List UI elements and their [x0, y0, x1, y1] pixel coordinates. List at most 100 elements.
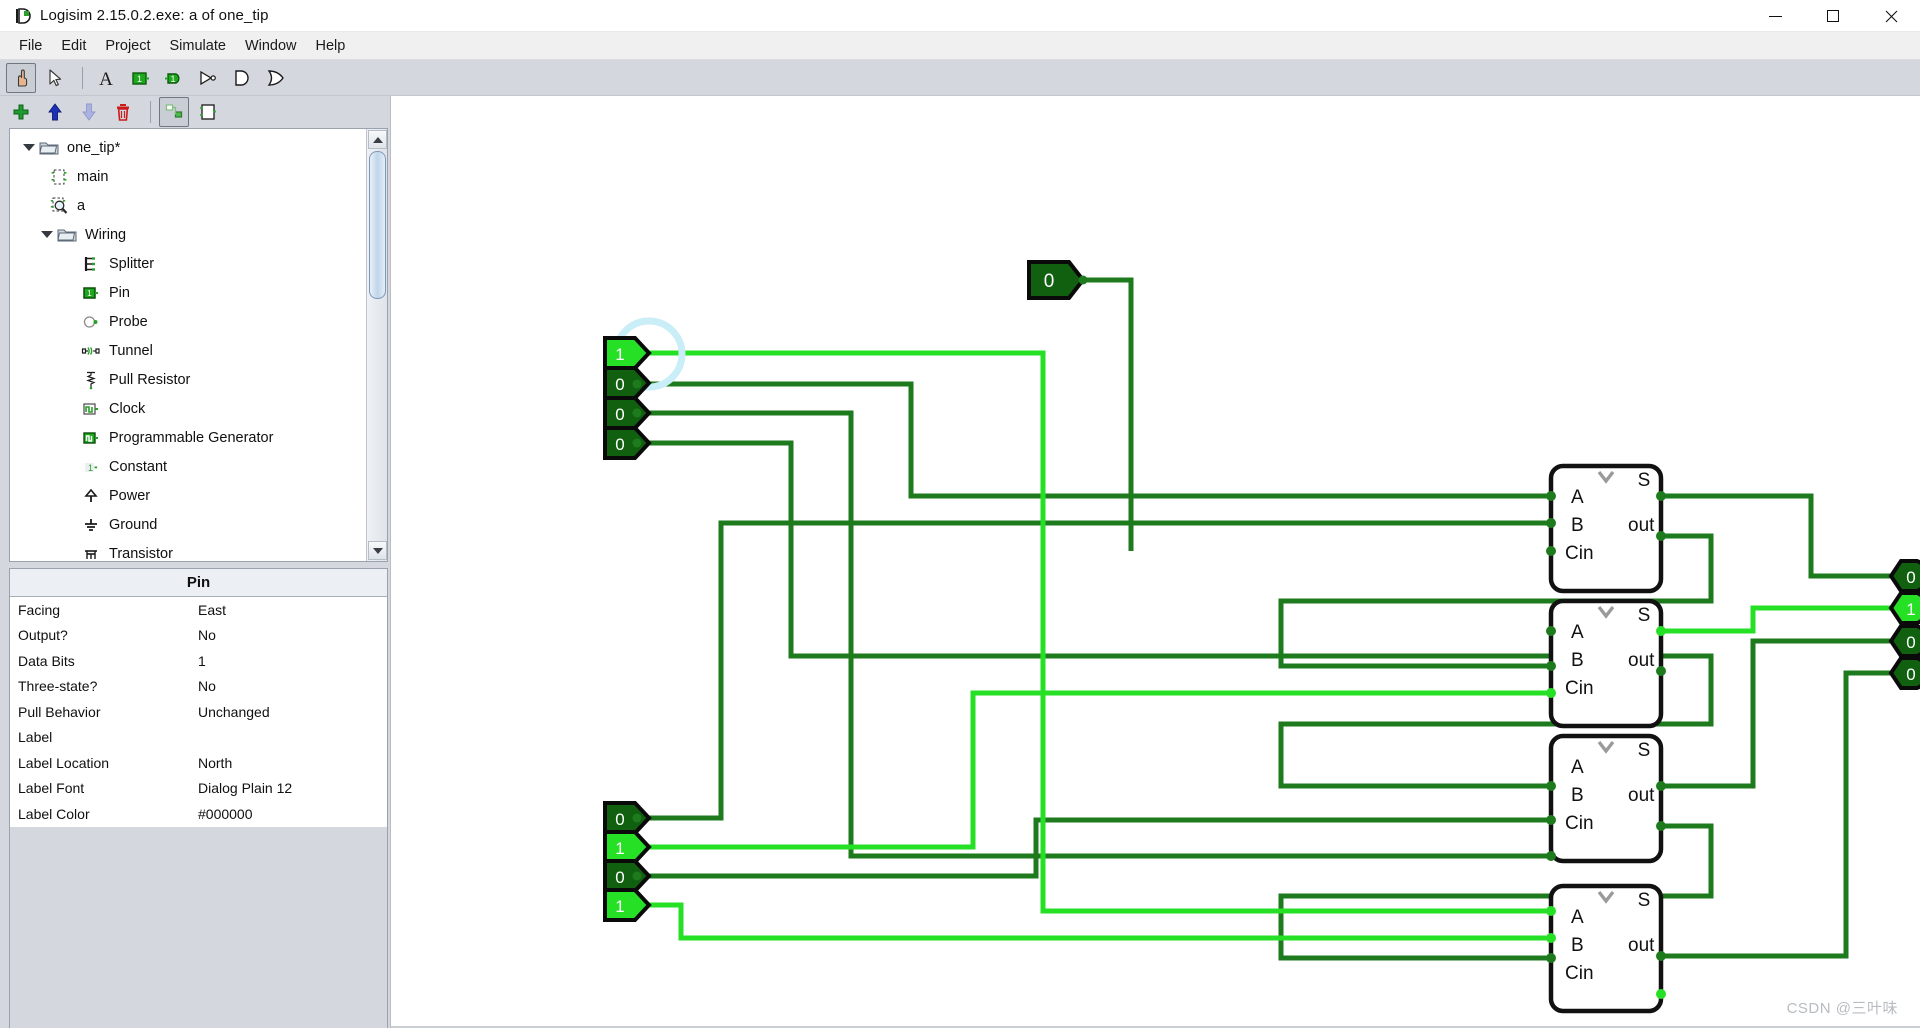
input-pin-a2[interactable]: 0 [603, 396, 652, 430]
layout-view-button[interactable] [159, 97, 189, 127]
tree-item-tunnel[interactable]: Tunnel [10, 336, 365, 365]
output-pin-s3[interactable]: 0 [1888, 656, 1920, 690]
output-pin-group-sum[interactable]: 0 1 0 0 [1888, 559, 1920, 690]
move-down-button[interactable] [74, 97, 104, 127]
select-tool-button[interactable] [40, 63, 70, 93]
delete-button[interactable] [108, 97, 138, 127]
or-gate-tool-button[interactable] [261, 63, 291, 93]
attribute-value[interactable]: North [198, 755, 387, 771]
tree-item-pull-resistor[interactable]: Pull Resistor [10, 365, 365, 394]
attribute-row-pull-behavior[interactable]: Pull Behavior Unchanged [10, 699, 387, 725]
attribute-value[interactable]: #000000 [198, 806, 387, 822]
close-button[interactable] [1862, 0, 1920, 32]
attribute-value[interactable]: 1 [198, 653, 387, 669]
tree-item-a[interactable]: a [10, 191, 365, 220]
add-circuit-button[interactable] [6, 97, 36, 127]
input-pin-b0[interactable]: 0 [603, 801, 652, 835]
attribute-row-data-bits[interactable]: Data Bits 1 [10, 648, 387, 674]
input-pin-tool-button[interactable]: 1 [125, 63, 155, 93]
full-adder-2[interactable]: A B Cin S out [1546, 733, 1666, 864]
tree-item-label: Transistor [109, 545, 173, 562]
wire-group-off [636, 277, 1920, 961]
input-pin-group-b[interactable]: 0 1 0 1 [603, 801, 652, 922]
input-pin-a1[interactable]: 0 [603, 366, 652, 400]
input-pin-b1[interactable]: 1 [603, 830, 652, 864]
menu-project[interactable]: Project [96, 35, 159, 57]
input-pin-group-a[interactable]: 1 0 0 0 [603, 336, 652, 460]
attribute-value[interactable]: No [198, 678, 387, 694]
wire-group-on [636, 350, 1920, 941]
input-pin-b2[interactable]: 0 [603, 859, 652, 893]
circuit-canvas[interactable]: 0 1 0 0 0 0 1 0 1 A B Cin S out A B Cin … [390, 96, 1920, 1028]
output-pin-s1[interactable]: 1 [1888, 591, 1920, 625]
minimize-button[interactable] [1746, 0, 1804, 32]
output-pin-tool-button[interactable]: 1 [159, 63, 189, 93]
attribute-value[interactable]: East [198, 602, 387, 618]
attribute-row-output[interactable]: Output? No [10, 623, 387, 649]
full-adder-0[interactable]: A B Cin S out [1546, 463, 1666, 594]
attribute-key: Three-state? [18, 678, 98, 695]
attribute-row-label-font[interactable]: Label Font Dialog Plain 12 [10, 776, 387, 802]
tree-item-clock[interactable]: Clock [10, 394, 365, 423]
attribute-row-label-color[interactable]: Label Color #000000 [10, 801, 387, 827]
circuit-appearance-button[interactable] [193, 97, 223, 127]
tree-item-transistor[interactable]: Transistor [10, 539, 365, 568]
attribute-row-label[interactable]: Label [10, 725, 387, 751]
poke-tool-button[interactable] [6, 62, 36, 93]
explorer-vertical-scrollbar[interactable] [366, 129, 387, 561]
menu-help[interactable]: Help [307, 35, 355, 57]
attribute-value[interactable]: Dialog Plain 12 [198, 780, 387, 796]
attribute-value[interactable]: No [198, 627, 387, 643]
menu-simulate[interactable]: Simulate [161, 35, 235, 57]
tree-item-one-tip[interactable]: one_tip* [10, 133, 365, 162]
cin-constant-pin[interactable]: 0 [1027, 260, 1088, 300]
twisty-open-icon[interactable] [20, 144, 38, 151]
tree-item-programmable-generator[interactable]: Programmable Generator [10, 423, 365, 452]
tree-item-ground[interactable]: Ground [10, 510, 365, 539]
adder-port-s: S [1638, 890, 1651, 911]
attribute-row-three-state[interactable]: Three-state? No [10, 674, 387, 700]
menu-file[interactable]: File [10, 35, 51, 57]
attribute-row-label-location[interactable]: Label Location North [10, 750, 387, 776]
title-bar: Logisim 2.15.0.2.exe: a of one_tip [0, 0, 1920, 32]
tree-item-label: Power [109, 487, 151, 504]
output-pin-s0[interactable]: 0 [1888, 559, 1920, 593]
tree-item-splitter[interactable]: Splitter [10, 249, 365, 278]
tree-item-power[interactable]: Power [10, 481, 365, 510]
and-gate-tool-button[interactable] [227, 63, 257, 93]
attribute-value[interactable]: Unchanged [198, 704, 387, 720]
input-pin-a0[interactable]: 1 [603, 336, 652, 370]
output-pin-s2[interactable]: 0 [1888, 624, 1920, 658]
tree-item-probe[interactable]: Probe [10, 307, 365, 336]
scroll-up-button[interactable] [368, 130, 387, 149]
pin-value: 0 [1044, 271, 1055, 292]
full-adder-1[interactable]: A B Cin S out [1546, 598, 1666, 729]
input-pin-b3[interactable]: 1 [603, 888, 652, 922]
tree-item-wiring[interactable]: Wiring [10, 220, 365, 249]
not-gate-tool-button[interactable] [193, 63, 223, 93]
probe-icon [80, 312, 102, 332]
scroll-down-button[interactable] [368, 541, 387, 560]
menu-window[interactable]: Window [236, 35, 306, 57]
input-pin-a3[interactable]: 0 [603, 426, 652, 460]
tree-item-pin[interactable]: 1 Pin [10, 278, 365, 307]
maximize-button[interactable] [1804, 0, 1862, 32]
move-up-button[interactable] [40, 97, 70, 127]
attribute-row-facing[interactable]: Facing East [10, 597, 387, 623]
attribute-key: Facing [18, 601, 61, 618]
wire-a0-on [636, 350, 1551, 914]
toolbar-separator [82, 66, 83, 89]
tree-item-main[interactable]: main [10, 162, 365, 191]
adder-port-cin: Cin [1565, 963, 1594, 984]
left-panel: one_tip* main a Wiring Splitter 1 Pin Pr… [0, 128, 390, 1028]
full-adder-3[interactable]: A B Cin S out [1546, 883, 1666, 1014]
menu-edit[interactable]: Edit [52, 35, 95, 57]
scrollbar-thumb[interactable] [369, 151, 386, 299]
adder-port-out: out [1628, 650, 1655, 671]
tree-item-constant[interactable]: 1 Constant [10, 452, 365, 481]
pin-value: 0 [1906, 633, 1915, 652]
twisty-open-icon[interactable] [38, 231, 56, 238]
project-toolbar-separator [150, 101, 151, 123]
adder-port-b: B [1571, 515, 1584, 536]
text-tool-button[interactable]: A [91, 63, 121, 93]
